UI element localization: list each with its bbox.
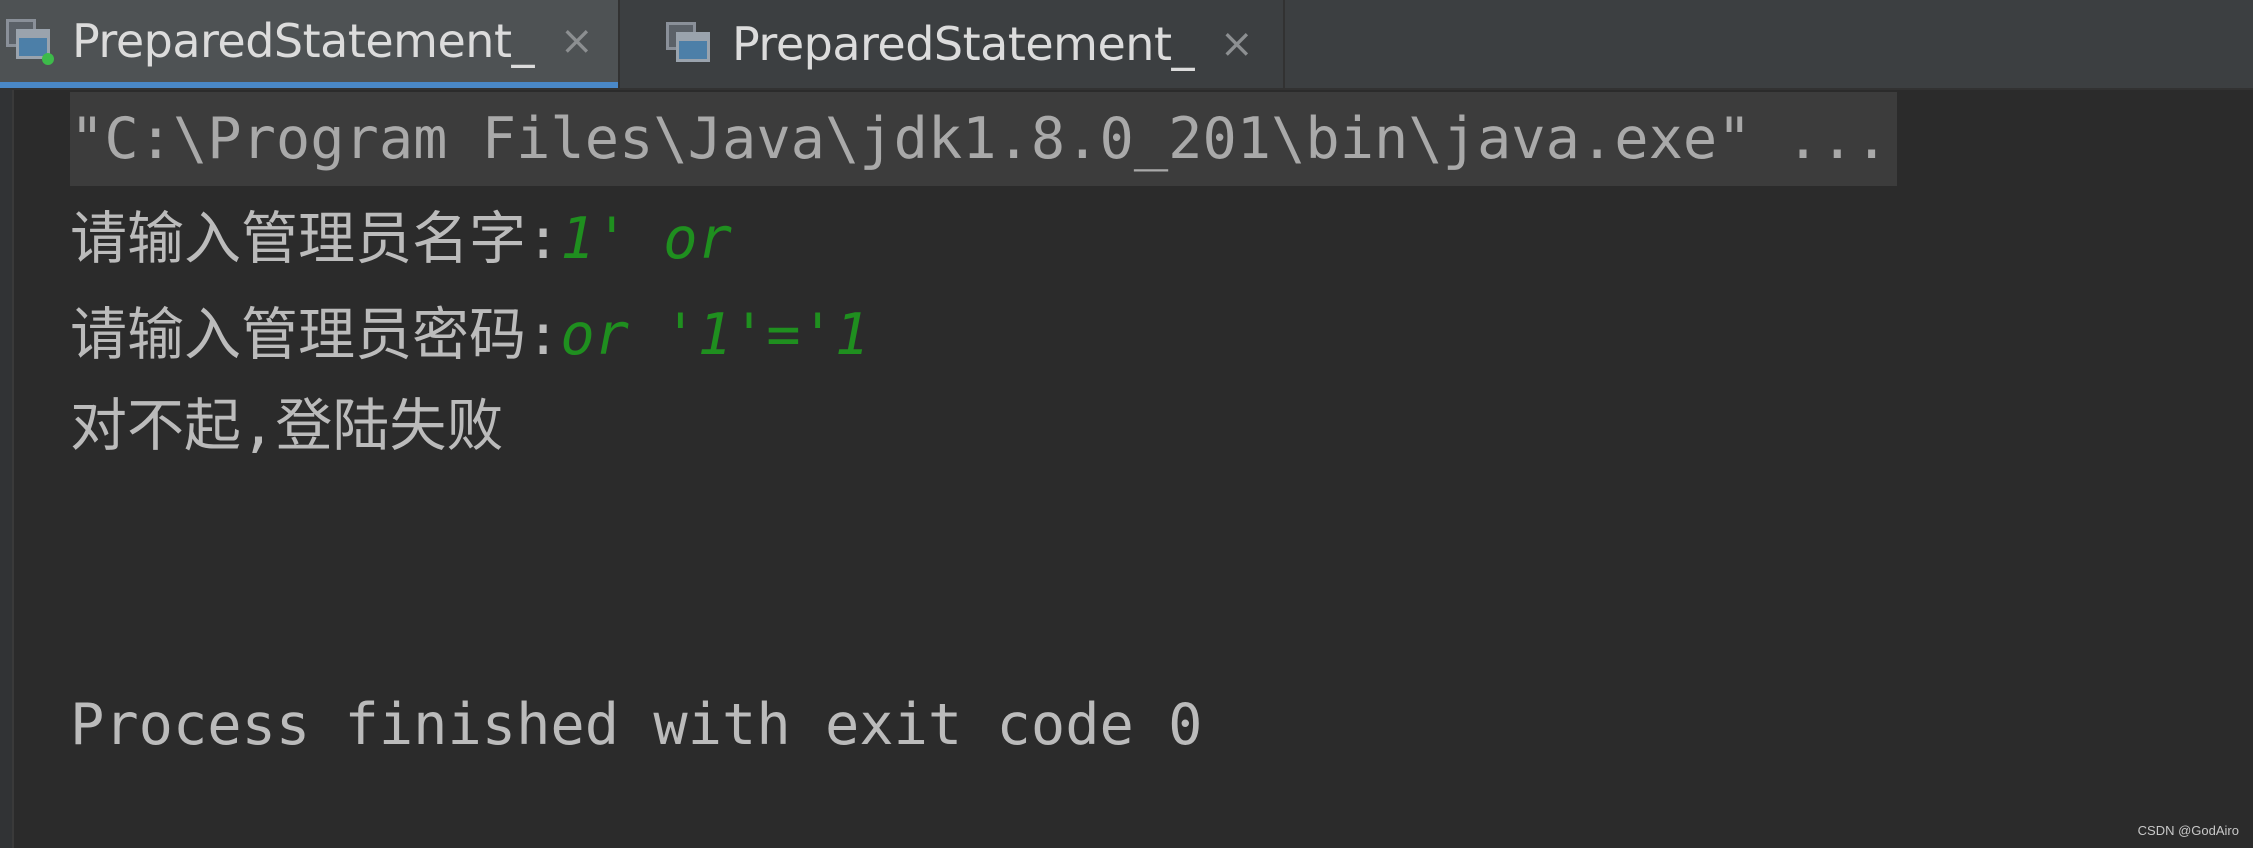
password-input: or '1'='1 [560,302,870,368]
name-prompt: 请输入管理员名字: [70,206,561,272]
result-line: 对不起,登陆失败 [70,393,504,459]
run-config-icon [6,19,54,65]
run-config-icon [666,22,710,66]
console-gutter [0,90,14,848]
name-prompt-line: 请输入管理员名字:1' or [70,192,732,286]
close-icon[interactable]: × [560,21,594,61]
run-console-window: PreparedStatement_ × PreparedStatement_ … [0,0,2253,848]
watermark: CSDN @GodAiro [2137,823,2239,838]
password-prompt: 请输入管理员密码: [70,302,561,368]
run-tab-inactive[interactable]: PreparedStatement_ × [618,0,1285,88]
tab-label: PreparedStatement_ [732,17,1194,71]
exit-message: Process finished with exit code 0 [70,692,1203,758]
command-line[interactable]: "C:\Program Files\Java\jdk1.8.0_201\bin\… [70,92,1897,186]
password-prompt-line: 请输入管理员密码:or '1'='1 [70,288,869,382]
run-tab-active[interactable]: PreparedStatement_ × [0,0,618,88]
tab-label: PreparedStatement_ [72,14,534,68]
running-indicator-icon [42,53,54,65]
run-tab-bar: PreparedStatement_ × PreparedStatement_ … [0,0,2253,90]
close-icon[interactable]: × [1220,24,1254,64]
name-input: 1' or [560,206,732,272]
